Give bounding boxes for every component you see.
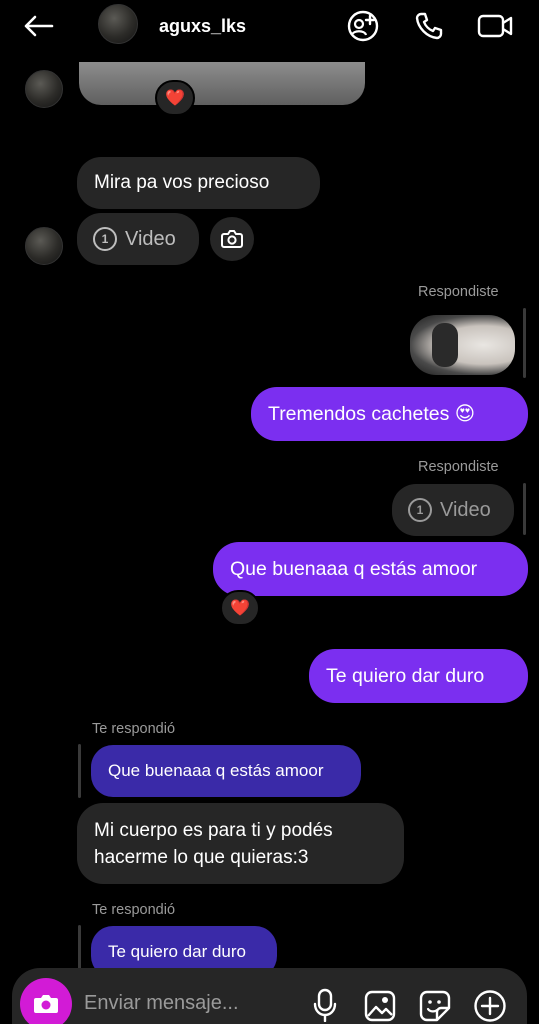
contact-avatar[interactable] (98, 4, 138, 44)
quoted-text: Te quiero dar duro (108, 942, 246, 961)
video-call-button[interactable] (474, 7, 516, 45)
sender-avatar[interactable] (25, 70, 63, 108)
message-text: Tremendos cachetes 😍 (268, 403, 476, 425)
reply-indicator (523, 308, 526, 378)
gallery-button[interactable] (362, 988, 398, 1024)
replied-photo-thumbnail[interactable] (410, 315, 515, 375)
video-camera-icon (477, 14, 513, 38)
more-options-button[interactable] (472, 988, 508, 1024)
quoted-text: Que buenaaa q estás amoor (108, 761, 324, 780)
sticker-button[interactable] (417, 988, 453, 1024)
camera-icon (221, 230, 243, 248)
incoming-message[interactable]: Mi cuerpo es para ti y podés hacerme lo … (77, 803, 404, 884)
video-label: Video (440, 498, 491, 521)
chat-header: aguxs_lks (0, 0, 539, 56)
phone-icon (415, 12, 443, 40)
microphone-icon (313, 988, 337, 1022)
voice-call-button[interactable] (410, 7, 448, 45)
reply-label: Respondiste (418, 459, 499, 475)
reply-camera-button[interactable] (210, 217, 254, 261)
sender-avatar[interactable] (25, 227, 63, 265)
reply-indicator (523, 483, 526, 535)
heart-reaction[interactable]: ❤️ (155, 80, 195, 116)
incoming-message[interactable]: Mira pa vos precioso (77, 157, 320, 209)
sticker-icon (419, 990, 451, 1022)
arrow-left-icon (24, 15, 54, 37)
message-text: Mi cuerpo es para ti y podés hacerme lo … (94, 820, 333, 868)
message-text: Que buenaaa q estás amoor (230, 557, 478, 580)
contact-username[interactable]: aguxs_lks (159, 16, 246, 37)
camera-icon (34, 995, 58, 1013)
camera-button[interactable] (20, 978, 72, 1024)
photo-message[interactable] (79, 62, 365, 105)
outgoing-message[interactable]: Te quiero dar duro (309, 649, 528, 703)
view-once-icon: 1 (93, 227, 117, 251)
reply-indicator (78, 744, 81, 798)
message-text: Te quiero dar duro (326, 664, 485, 687)
message-text: Mira pa vos precioso (94, 172, 270, 193)
heart-reaction[interactable]: ❤️ (220, 590, 260, 626)
outgoing-message[interactable]: Tremendos cachetes 😍 (251, 387, 528, 441)
outgoing-message[interactable]: Que buenaaa q estás amoor (213, 542, 528, 596)
message-input[interactable]: Enviar mensaje... (84, 992, 239, 1015)
message-composer: Enviar mensaje... (12, 968, 527, 1024)
reply-label: Te respondió (92, 902, 176, 918)
voice-message-button[interactable] (308, 986, 342, 1024)
photo-shadow (432, 323, 458, 367)
add-people-icon (347, 10, 379, 42)
reply-label: Respondiste (418, 284, 499, 300)
gallery-icon (364, 990, 396, 1022)
video-message-pill[interactable]: 1 Video (77, 213, 199, 265)
reply-label: Te respondió (92, 721, 176, 737)
quoted-message[interactable]: Que buenaaa q estás amoor (91, 745, 361, 797)
replied-video-pill[interactable]: 1 Video (392, 484, 514, 536)
view-once-icon: 1 (408, 498, 432, 522)
add-people-button[interactable] (344, 7, 382, 45)
video-label: Video (125, 227, 176, 250)
plus-icon (474, 990, 506, 1022)
back-button[interactable] (18, 8, 58, 44)
